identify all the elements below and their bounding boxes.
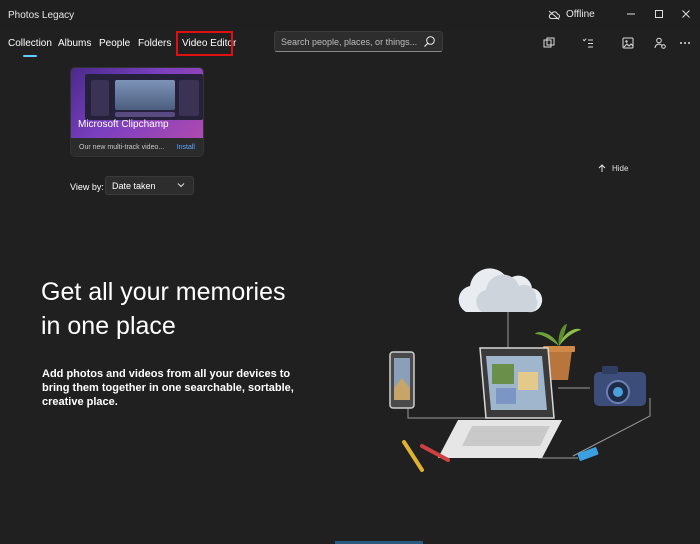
empty-state-headline: Get all your memories in one place (41, 275, 371, 343)
maximize-icon (655, 10, 663, 18)
laptop-icon (438, 347, 562, 458)
promo-title: Microsoft Clipchamp (78, 119, 169, 130)
title-bar: Photos Legacy Offline (0, 0, 700, 30)
maximize-button[interactable] (649, 4, 669, 24)
pencil-icon (402, 440, 450, 472)
usb-drive-icon (577, 447, 599, 461)
tab-people[interactable]: People (99, 38, 130, 49)
tab-folders[interactable]: Folders (138, 38, 171, 49)
install-link[interactable]: Install (177, 144, 195, 151)
search-input[interactable]: Search people, places, or things... (281, 37, 417, 47)
more-button[interactable] (676, 34, 694, 52)
hide-button[interactable]: Hide (598, 164, 628, 173)
view-by-dropdown[interactable]: Date taken (105, 176, 194, 195)
view-by-value: Date taken (112, 181, 156, 191)
offline-label: Offline (566, 9, 595, 20)
search-icon[interactable] (423, 35, 436, 48)
sign-in-icon (654, 37, 666, 49)
arrow-up-icon (598, 164, 606, 172)
devices-illustration (389, 268, 651, 472)
app-title: Photos Legacy (8, 10, 75, 21)
close-icon (682, 10, 690, 18)
video-editor-highlight-box (176, 31, 233, 56)
chevron-down-icon (177, 183, 185, 188)
tab-collection[interactable]: Collection (8, 38, 52, 49)
promo-description: Our new multi-track video... (79, 144, 165, 151)
import-icon (543, 37, 555, 48)
import-button[interactable] (540, 34, 558, 52)
more-icon (680, 42, 690, 44)
minimize-icon (627, 13, 635, 15)
select-icon (582, 38, 593, 48)
sign-in-button[interactable] (651, 34, 669, 52)
cloud-offline-icon (548, 10, 560, 20)
camera-icon (594, 366, 646, 406)
slideshow-icon (622, 37, 634, 49)
search-box[interactable]: Search people, places, or things... (274, 31, 443, 52)
cloud-icon (458, 268, 543, 313)
view-by-label: View by: (70, 182, 104, 192)
slideshow-button[interactable] (619, 34, 637, 52)
clipchamp-promo-card[interactable]: Microsoft Clipchamp Our new multi-track … (70, 67, 204, 157)
headline-line-2: in one place (41, 312, 176, 340)
phone-icon (389, 351, 415, 409)
close-button[interactable] (676, 4, 696, 24)
tab-albums[interactable]: Albums (58, 38, 91, 49)
empty-state-description: Add photos and videos from all your devi… (42, 368, 294, 408)
headline-line-1: Get all your memories (41, 278, 286, 306)
select-button[interactable] (579, 34, 597, 52)
hide-label: Hide (612, 164, 629, 173)
offline-status[interactable]: Offline (548, 9, 595, 20)
minimize-button[interactable] (621, 4, 641, 24)
